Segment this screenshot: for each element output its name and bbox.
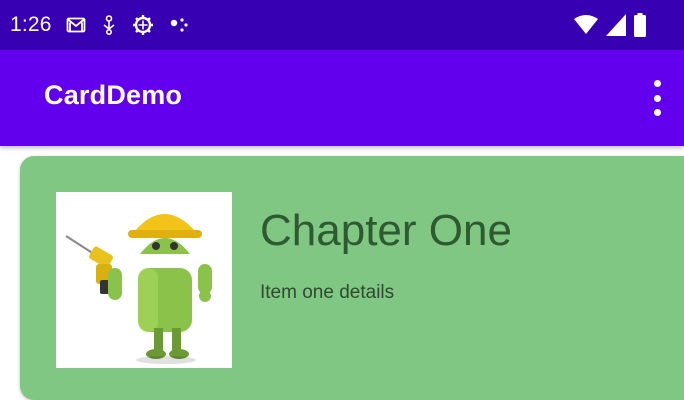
- chapter-card[interactable]: Chapter One Item one details: [20, 156, 684, 400]
- card-title: Chapter One: [260, 206, 512, 255]
- android-robot-image: [56, 192, 232, 368]
- more-vert-icon[interactable]: [644, 80, 670, 116]
- status-time: 1:26: [10, 13, 52, 36]
- menu-dot: [653, 109, 661, 116]
- app-bar: CardDemo: [0, 50, 684, 146]
- card-subtitle: Item one details: [260, 282, 395, 303]
- app-title: CardDemo: [44, 80, 183, 110]
- dots-icon: [170, 17, 190, 33]
- status-right-group: [574, 13, 646, 42]
- menu-dot: [653, 80, 661, 87]
- menu-dot: [653, 94, 661, 102]
- status-bar: 1:26: [0, 0, 684, 50]
- usb-icon: [102, 15, 116, 35]
- wifi-icon: [574, 15, 598, 40]
- cellular-signal-icon: [606, 14, 626, 41]
- gmail-icon: [66, 16, 86, 34]
- settings-cog-icon: [132, 14, 154, 36]
- battery-icon: [634, 13, 646, 42]
